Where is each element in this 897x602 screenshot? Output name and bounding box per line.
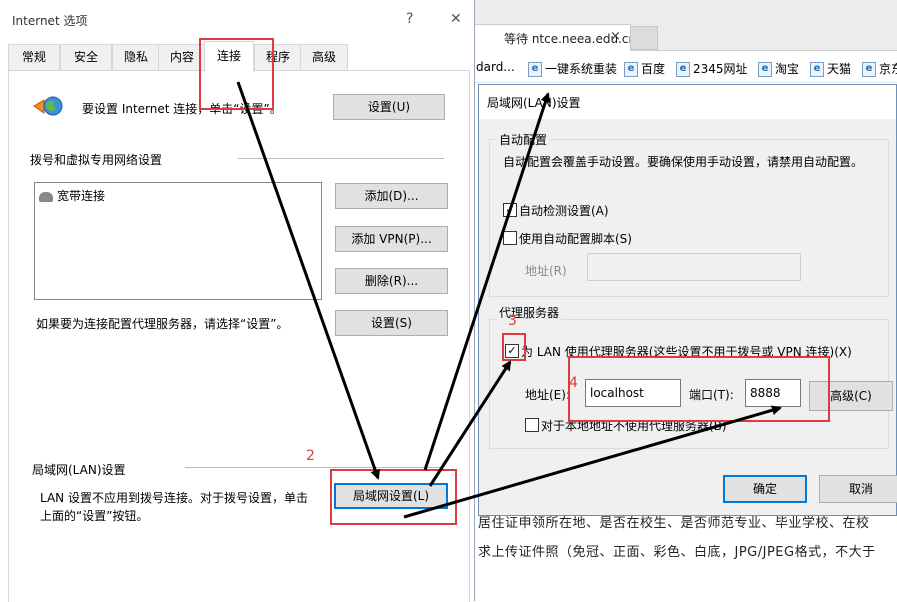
highlight-use-proxy-checkbox (502, 333, 526, 361)
bypass-local-checkbox[interactable] (525, 418, 539, 432)
setup-button[interactable]: 设置(U) (333, 94, 445, 120)
step-number-4: 4 (569, 375, 578, 391)
ie-page-icon: e (676, 62, 690, 77)
ie-page-icon: e (862, 62, 876, 77)
proxy-group-label: 代理服务器 (497, 304, 562, 321)
lan-settings-dialog: 局域网(LAN)设置 自动配置 自动配置会覆盖手动设置。要确保使用手动设置，请禁… (478, 84, 897, 516)
highlight-proxy-address-port (568, 356, 830, 422)
list-item[interactable]: 宽带连接 (39, 187, 105, 204)
lan-description: 上面的“设置”按钮。 (40, 509, 149, 523)
cancel-button[interactable]: 取消 (819, 475, 897, 503)
favorite-item[interactable]: e京东 (862, 60, 897, 77)
tab-general[interactable]: 常规 (8, 44, 60, 70)
remove-button[interactable]: 删除(R)... (335, 268, 448, 294)
ie-page-icon: e (528, 62, 542, 77)
page-body-text: 求上传证件照（免冠、正面、彩色、白底，JPG/JPEG格式，不大于 (478, 545, 876, 560)
favorite-item[interactable]: e 淘宝 (758, 60, 799, 77)
broadband-connection-icon (39, 191, 53, 202)
script-address-label: 地址(R) (525, 264, 567, 278)
dialog-title: Internet 选项 (12, 14, 88, 28)
ie-page-icon: e (810, 62, 824, 77)
tab-close-icon[interactable]: × (610, 29, 621, 44)
browser-tab-bar: 等待 ntce.neea.edu.cn × (474, 0, 897, 51)
favorites-bar: dard... e一键系统重装 e百度 e2345网址 e淘宝 e天猫 e京东 (474, 52, 897, 83)
favorite-item[interactable]: e 2345网址 (676, 60, 748, 77)
tab-privacy[interactable]: 隐私 (112, 44, 160, 70)
auto-config-group-label: 自动配置 (497, 131, 550, 148)
tab-security[interactable]: 安全 (60, 44, 112, 70)
connections-list[interactable]: 宽带连接 (34, 182, 322, 300)
new-tab-button[interactable] (630, 26, 658, 50)
favorite-item[interactable]: e 一键系统重装 (528, 60, 617, 77)
highlight-lan-settings-button (330, 469, 457, 525)
add-vpn-button[interactable]: 添加 VPN(P)... (335, 226, 448, 252)
favorite-item[interactable]: e 百度 (624, 60, 665, 77)
ok-button[interactable]: 确定 (723, 475, 807, 503)
settings-button[interactable]: 设置(S) (335, 310, 448, 336)
tab-connections[interactable]: 连接 (204, 41, 254, 72)
proxy-hint: 如果要为连接配置代理服务器，请选择“设置”。 (36, 317, 289, 331)
lan-group-label: 局域网(LAN)设置 (32, 463, 126, 477)
dialog-titlebar: 局域网(LAN)设置 (479, 85, 896, 119)
use-script-checkbox[interactable] (503, 231, 517, 245)
auto-config-description: 自动配置会覆盖手动设置。要确保使用手动设置，请禁用自动配置。 (503, 155, 864, 169)
ie-page-icon: e (624, 62, 638, 77)
tab-advanced[interactable]: 高级 (300, 44, 348, 70)
dialup-group-label: 拨号和虚拟专用网络设置 (30, 153, 163, 167)
use-script-label: 使用自动配置脚本(S) (519, 232, 632, 246)
add-button[interactable]: 添加(D)... (335, 183, 448, 209)
proxy-address-label: 地址(E): (525, 388, 570, 402)
auto-detect-label: 自动检测设置(A) (519, 204, 609, 218)
globe-icon (33, 96, 63, 116)
favorite-item[interactable]: dard... (476, 60, 515, 74)
dialog-title: 局域网(LAN)设置 (487, 96, 581, 110)
favorite-item[interactable]: e 天猫 (810, 60, 851, 77)
lan-description: LAN 设置不应用到拨号连接。对于拨号设置，单击 (40, 491, 308, 505)
ie-page-icon: e (758, 62, 772, 77)
auto-detect-checkbox[interactable]: ✓ (503, 203, 517, 217)
step-number-3: 3 (508, 313, 517, 329)
script-address-input (587, 253, 801, 281)
help-icon[interactable]: ? (406, 11, 413, 27)
group-divider (238, 158, 444, 159)
group-divider (185, 467, 443, 468)
close-icon[interactable]: ✕ (450, 11, 462, 27)
step-number-2: 2 (306, 448, 315, 464)
